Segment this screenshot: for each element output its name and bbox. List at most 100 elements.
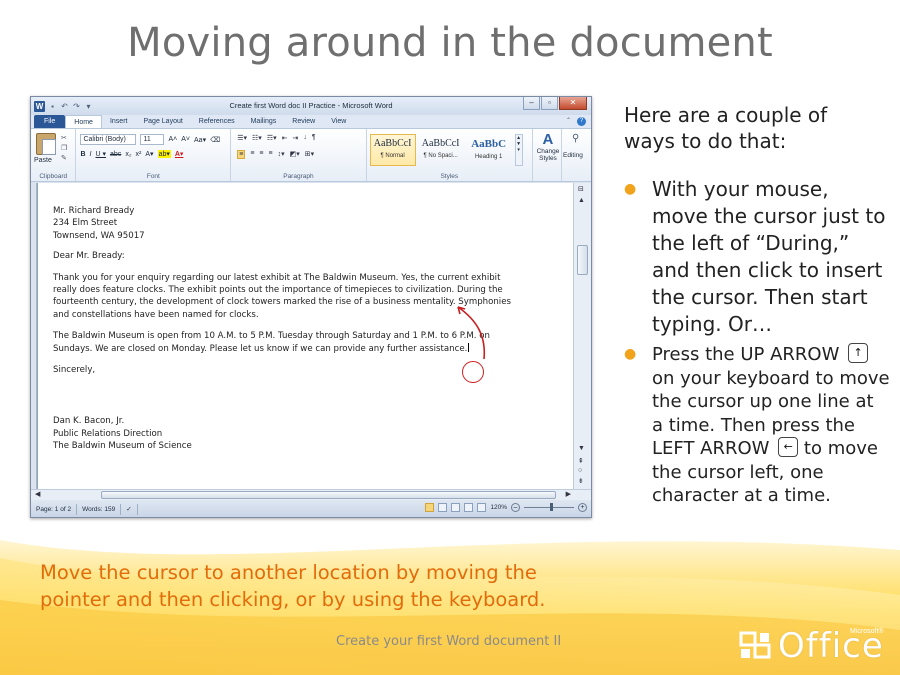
- microsoft-trademark: Microsoft®: [850, 628, 884, 635]
- superscript-icon[interactable]: x²: [136, 151, 142, 158]
- find-icon[interactable]: ⚲: [572, 133, 579, 144]
- paste-icon[interactable]: [36, 133, 56, 155]
- address-line: 234 Elm Street: [53, 218, 118, 229]
- show-marks-icon[interactable]: ¶: [312, 134, 316, 142]
- style-name: ¶ Normal: [380, 153, 405, 159]
- justify-icon[interactable]: ≡: [269, 150, 273, 159]
- signature-block: Dan K. Bacon, Jr. Public Relations Direc…: [53, 415, 523, 452]
- vertical-scroll-thumb[interactable]: [577, 245, 588, 275]
- intro-text: Here are a couple of ways to do that:: [624, 103, 828, 153]
- style-normal[interactable]: AaBbCcI ¶ Normal: [369, 134, 416, 166]
- font-size-select[interactable]: 11: [140, 134, 165, 145]
- previous-page-icon[interactable]: ⇞: [578, 457, 584, 465]
- editing-group: ⚲ Editing: [562, 129, 591, 181]
- ruler-toggle-icon[interactable]: ⊟: [578, 185, 584, 193]
- tab-home[interactable]: Home: [65, 115, 102, 128]
- align-right-icon[interactable]: ≡: [259, 150, 263, 159]
- instruction-list: ● With your mouse, move the cursor just …: [624, 176, 890, 508]
- slide-title: Moving around in the document: [127, 20, 773, 66]
- tab-mailings[interactable]: Mailings: [243, 115, 285, 128]
- highlight-icon[interactable]: ab▾: [157, 150, 171, 158]
- browse-object-icon[interactable]: ○: [578, 467, 582, 474]
- clear-formatting-icon[interactable]: ⌫: [210, 136, 220, 144]
- numbering-icon[interactable]: ☷▾: [252, 134, 262, 142]
- align-left-icon[interactable]: ≡: [237, 150, 246, 159]
- address-line: Mr. Richard Bready: [53, 206, 135, 216]
- line-spacing-icon[interactable]: ↕▾: [278, 150, 285, 159]
- multilevel-list-icon[interactable]: ☶▾: [267, 134, 277, 142]
- clipboard-label: Clipboard: [39, 173, 68, 180]
- vertical-ruler: [31, 183, 36, 489]
- styles-group: AaBbCcI ¶ Normal AaBbCcI ¶ No Spaci... A…: [367, 129, 533, 181]
- style-heading-1[interactable]: AaBbC Heading 1: [466, 134, 512, 166]
- change-case-icon[interactable]: Aa▾: [194, 136, 206, 144]
- horizontal-scroll-thumb[interactable]: [101, 491, 556, 499]
- font-row-1: Calibri (Body) 11 A˄ A˅ Aa▾ ⌫: [80, 134, 220, 145]
- scroll-left-arrow-icon[interactable]: ◀: [35, 490, 40, 498]
- borders-icon[interactable]: ⊞▾: [305, 150, 314, 159]
- maximize-button[interactable]: ▫: [541, 97, 558, 110]
- increase-indent-icon[interactable]: ⇥: [292, 134, 298, 142]
- grow-font-icon[interactable]: A˄: [168, 136, 177, 143]
- bullet-keyboard-text-1: Press the UP ARROW: [652, 344, 840, 365]
- styles-scroll[interactable]: ▲ ▼ ▾: [514, 134, 523, 166]
- horizontal-scrollbar[interactable]: ◀ ▶: [31, 489, 591, 500]
- vertical-scrollbar[interactable]: ⊟ ▲ ▼ ⇞ ○ ⇟: [573, 183, 591, 489]
- up-arrow-key-icon: ↑: [848, 343, 869, 363]
- help-icon[interactable]: ?: [577, 117, 586, 126]
- tab-references[interactable]: References: [191, 115, 243, 128]
- tab-review[interactable]: Review: [284, 115, 323, 128]
- scroll-down-arrow-icon[interactable]: ▼: [578, 445, 585, 452]
- close-button[interactable]: ✕: [559, 97, 587, 110]
- next-page-icon[interactable]: ⇟: [578, 477, 584, 485]
- paragraph-2-text: The Baldwin Museum is open from 10 A.M. …: [53, 331, 490, 354]
- document-page[interactable]: Mr. Richard Bready 234 Elm Street Townse…: [37, 183, 574, 489]
- decrease-indent-icon[interactable]: ⇤: [282, 134, 288, 142]
- ribbon: Paste ✂ ❐ ✎ Clipboard Calibri (Body) 11 …: [31, 129, 591, 182]
- cut-icon[interactable]: ✂: [61, 134, 72, 142]
- tab-view[interactable]: View: [323, 115, 354, 128]
- tab-page-layout[interactable]: Page Layout: [135, 115, 190, 128]
- title-bar: W ▪ ↶ ↷ ▾ Create first Word doc II Pract…: [31, 97, 591, 115]
- minimize-ribbon-icon[interactable]: ⌃: [564, 117, 573, 126]
- styles-label: Styles: [440, 173, 459, 180]
- tabs-right: ⌃ ?: [564, 117, 586, 126]
- slide-caption: Move the cursor to another location by m…: [40, 561, 546, 611]
- paste-button[interactable]: Paste: [34, 157, 52, 164]
- copy-icon[interactable]: ❐: [61, 144, 72, 152]
- scroll-right-arrow-icon[interactable]: ▶: [566, 490, 571, 498]
- bold-icon[interactable]: B: [80, 151, 85, 158]
- font-name-select[interactable]: Calibri (Body): [80, 134, 137, 145]
- font-label: Font: [146, 173, 160, 180]
- sort-icon[interactable]: ↓: [303, 134, 307, 142]
- underline-icon[interactable]: U ▾: [96, 150, 107, 158]
- change-styles-icon: A: [542, 131, 554, 148]
- tab-file[interactable]: File: [34, 115, 66, 128]
- italic-icon[interactable]: I: [90, 151, 92, 158]
- para-row-2: ≡ ≡ ≡ ≡ ↕▾ ◩▾ ⊞▾: [237, 150, 314, 159]
- red-arrow-annotation: [457, 306, 486, 360]
- office-logo: Office Microsoft®: [738, 624, 884, 668]
- word-window: W ▪ ↶ ↷ ▾ Create first Word doc II Pract…: [30, 96, 592, 518]
- align-center-icon[interactable]: ≡: [250, 150, 254, 159]
- bullet-keyboard: ● Press the UP ARROW ↑ on your keyboard …: [624, 343, 890, 508]
- minimize-button[interactable]: –: [523, 97, 540, 110]
- font-row-2: B I U ▾ abc x₂ x² A▾ ab▾ A▾: [80, 150, 183, 158]
- left-arrow-key-icon: ←: [778, 437, 799, 457]
- change-styles-button[interactable]: A Change Styles: [533, 131, 563, 163]
- font-color-icon[interactable]: A▾: [175, 150, 184, 158]
- text-effects-icon[interactable]: A▾: [145, 150, 153, 158]
- scroll-up-arrow-icon[interactable]: ▲: [578, 197, 585, 204]
- bullet-mouse-text: With your mouse, move the cursor just to…: [652, 177, 886, 336]
- bullets-icon[interactable]: ☰▾: [237, 134, 247, 142]
- tab-insert[interactable]: Insert: [102, 115, 136, 128]
- signature-line: Dan K. Bacon, Jr.: [53, 416, 125, 427]
- subscript-icon[interactable]: x₂: [125, 151, 131, 158]
- style-name: ¶ No Spaci...: [423, 153, 458, 159]
- style-no-spacing[interactable]: AaBbCcI ¶ No Spaci...: [418, 134, 464, 166]
- shading-icon[interactable]: ◩▾: [290, 150, 300, 159]
- strikethrough-icon[interactable]: abc: [110, 151, 121, 158]
- editing-button[interactable]: Editing: [563, 152, 583, 159]
- format-painter-icon[interactable]: ✎: [61, 154, 72, 162]
- shrink-font-icon[interactable]: A˅: [181, 136, 190, 143]
